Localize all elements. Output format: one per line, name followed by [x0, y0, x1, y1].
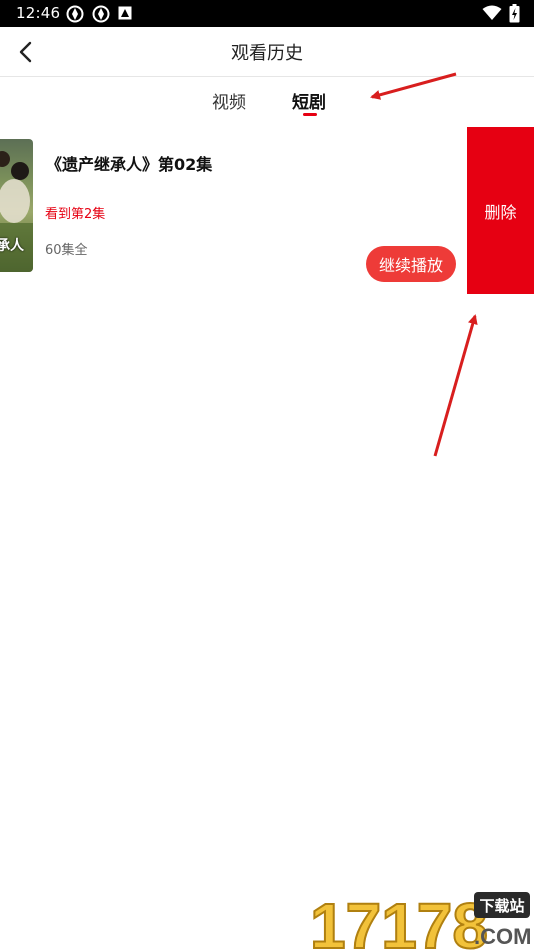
status-bar: 12:46: [0, 0, 534, 27]
tab-bar: 视频 短剧: [0, 78, 534, 122]
screen: 12:46 观看历史 视频 短剧 承人 《遗产继承人》第02集 看到第2集 60…: [0, 0, 534, 950]
watermark-logo: 17178 下载站 .COM: [308, 886, 534, 950]
history-item[interactable]: 承人 《遗产继承人》第02集 看到第2集 60集全 继续播放 删除: [0, 127, 534, 294]
active-tab-indicator: [303, 113, 317, 116]
sync-icon: [66, 5, 84, 23]
episode-count: 60集全: [45, 243, 88, 258]
app-notification-icon: [118, 6, 132, 20]
status-time: 12:46: [16, 4, 61, 22]
wifi-icon: [482, 5, 502, 20]
continue-play-button[interactable]: 继续播放: [366, 246, 456, 282]
item-title: 《遗产继承人》第02集: [46, 155, 213, 174]
tab-video[interactable]: 视频: [212, 88, 246, 113]
arrow-to-delete: [433, 314, 478, 457]
sync-icon: [92, 5, 110, 23]
site-logo: 17178 下载站 .COM: [309, 889, 531, 950]
watermark-tag: 下载站: [479, 897, 524, 915]
battery-icon: [509, 4, 520, 23]
watermark-domain: .COM: [474, 924, 531, 949]
page-title: 观看历史: [231, 43, 303, 64]
header: 观看历史: [0, 27, 534, 77]
poster-image: 承人: [0, 139, 33, 272]
poster-title-text: 承人: [0, 238, 24, 254]
watermark-number: 17178: [310, 890, 488, 950]
tab-short-drama[interactable]: 短剧: [292, 88, 326, 113]
watch-progress: 看到第2集: [45, 207, 106, 222]
delete-button[interactable]: 删除: [467, 127, 534, 294]
